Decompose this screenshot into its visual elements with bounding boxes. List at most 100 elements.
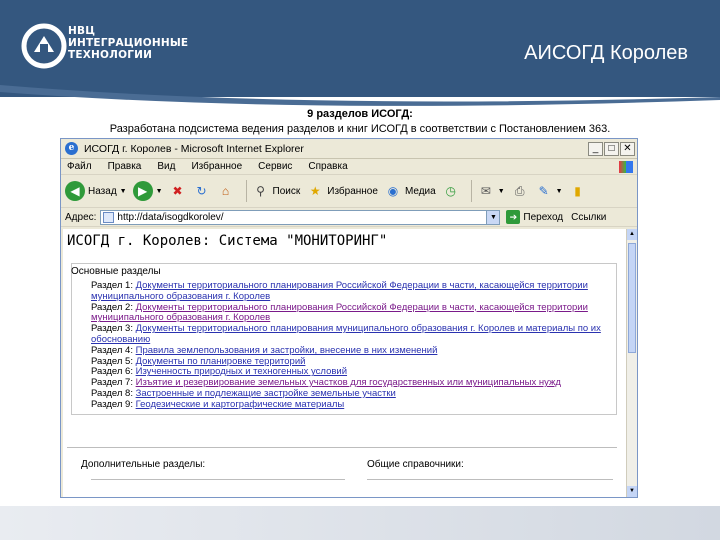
- address-value: http://data/isogdkorolev/: [117, 211, 224, 223]
- messenger-button[interactable]: ▮: [569, 182, 587, 200]
- section-label: Раздел 1:: [91, 280, 133, 291]
- toolbar-separator: [470, 180, 472, 202]
- section-divider: [67, 447, 617, 448]
- address-dropdown-icon[interactable]: ▼: [486, 210, 500, 224]
- go-label: Переход: [523, 211, 564, 223]
- page-icon: [103, 211, 115, 223]
- caption-text: Разработана подсистема ведения разделов …: [109, 123, 611, 135]
- favorites-button[interactable]: ★ Избранное: [306, 182, 378, 200]
- scroll-up-icon[interactable]: ▲: [627, 229, 637, 240]
- back-button[interactable]: ◀ Назад ▼: [65, 181, 127, 201]
- menu-help[interactable]: Справка: [308, 161, 347, 172]
- list-item: Раздел 1: Документы территориального пла…: [91, 280, 611, 303]
- section-link[interactable]: Документы территориального планирования …: [91, 323, 601, 345]
- back-dropdown-icon[interactable]: ▼: [120, 188, 127, 195]
- section-link[interactable]: Застроенные и подлежащие застройке земел…: [136, 388, 396, 399]
- internet-explorer-icon: e: [65, 142, 78, 155]
- search-label: Поиск: [272, 185, 301, 197]
- history-button[interactable]: ◷: [442, 182, 460, 200]
- edit-dropdown-icon[interactable]: ▼: [556, 188, 563, 195]
- address-label: Адрес:: [65, 211, 97, 223]
- section-link[interactable]: Изъятие и резервирование земельных участ…: [136, 377, 561, 388]
- browser-titlebar: e ИСОГД г. Королев - Microsoft Internet …: [61, 139, 637, 159]
- go-button[interactable]: ➔ Переход: [506, 210, 563, 224]
- scroll-thumb[interactable]: [628, 243, 636, 353]
- section-link[interactable]: Документы территориального планирования …: [91, 302, 588, 324]
- menu-favorites[interactable]: Избранное: [191, 161, 242, 172]
- section-link[interactable]: Документы по планировке территорий: [136, 356, 306, 367]
- brand-line-3: ТЕХНОЛОГИИ: [68, 49, 153, 61]
- edit-icon: ✎: [538, 184, 549, 198]
- page-heading: ИСОГД г. Королев: Система "МОНИТОРИНГ": [67, 233, 388, 249]
- list-item: Раздел 3: Документы территориального пла…: [91, 323, 611, 346]
- slide-title: АИСОГД Королев: [524, 42, 688, 64]
- menu-view[interactable]: Вид: [157, 161, 175, 172]
- page-content: ИСОГД г. Королев: Система "МОНИТОРИНГ" О…: [63, 229, 627, 497]
- section-link[interactable]: Изученность природных и техногенных усло…: [136, 366, 347, 377]
- mail-icon: ✉: [480, 184, 491, 198]
- slide-footer-band: [0, 506, 720, 540]
- history-icon: ◷: [445, 184, 456, 198]
- address-input[interactable]: http://data/isogdkorolev/ ▼: [100, 209, 501, 225]
- section-label: Раздел 3:: [91, 323, 133, 335]
- menu-tools[interactable]: Сервис: [258, 161, 292, 172]
- stop-icon: ✖: [172, 184, 183, 198]
- search-icon: ⚲: [256, 184, 265, 198]
- maximize-button[interactable]: □: [604, 141, 619, 156]
- vertical-scrollbar[interactable]: ▲ ▼: [626, 229, 637, 497]
- main-sections-label: Основные разделы: [71, 266, 161, 277]
- mail-button[interactable]: ✉ ▼: [477, 182, 505, 200]
- section-label: Раздел 4:: [91, 344, 133, 356]
- window-controls: _ □ ✕: [588, 141, 635, 156]
- search-button[interactable]: ⚲ Поиск: [252, 182, 301, 200]
- forward-arrow-icon: ▶: [132, 181, 153, 201]
- minimize-button[interactable]: _: [588, 141, 603, 156]
- home-button[interactable]: ⌂: [217, 182, 235, 200]
- menu-edit[interactable]: Правка: [108, 161, 142, 172]
- forward-dropdown-icon[interactable]: ▼: [156, 188, 163, 195]
- back-arrow-icon: ◀: [65, 181, 85, 201]
- browser-title: ИСОГД г. Королев - Microsoft Internet Ex…: [84, 142, 304, 155]
- mail-dropdown-icon[interactable]: ▼: [498, 188, 505, 195]
- refresh-icon: ↻: [196, 184, 207, 198]
- print-button[interactable]: ⎙: [511, 182, 529, 200]
- folder-icon: ▮: [574, 184, 581, 198]
- additional-sections-rule: [91, 479, 345, 480]
- section-label: Раздел 7:: [91, 377, 133, 389]
- section-label: Раздел 9:: [91, 398, 133, 410]
- back-label: Назад: [88, 185, 117, 197]
- section-list: Раздел 1: Документы территориального пла…: [91, 280, 611, 411]
- section-label: Раздел 6:: [91, 366, 133, 378]
- section-link[interactable]: Геодезические и картографические материа…: [136, 399, 345, 410]
- brand-name: НВЦ ИНТЕГРАЦИОННЫЕ ТЕХНОЛОГИИ: [68, 25, 188, 61]
- stop-button[interactable]: ✖: [169, 182, 187, 200]
- references-label: Общие справочники:: [367, 459, 464, 470]
- media-icon: ◉: [387, 184, 399, 198]
- section-link[interactable]: Правила землепользования и застройки, вн…: [136, 345, 438, 356]
- go-arrow-icon: ➔: [506, 210, 521, 224]
- refresh-button[interactable]: ↻: [193, 182, 211, 200]
- browser-window: e ИСОГД г. Королев - Microsoft Internet …: [60, 138, 638, 498]
- close-button[interactable]: ✕: [620, 141, 635, 156]
- media-button[interactable]: ◉ Медиа: [384, 182, 436, 200]
- brand-line-1: НВЦ: [68, 25, 96, 37]
- list-item: Раздел 9: Геодезические и картографическ…: [91, 398, 611, 411]
- favorites-label: Избранное: [327, 185, 378, 197]
- list-item: Раздел 2: Документы территориального пла…: [91, 301, 611, 325]
- toolbar-separator: [245, 180, 247, 202]
- scroll-down-icon[interactable]: ▼: [627, 486, 637, 497]
- additional-sections-label: Дополнительные разделы:: [81, 459, 206, 470]
- windows-logo-icon: [619, 160, 633, 173]
- caption-heading: 9 разделов ИСОГД:: [307, 108, 413, 120]
- address-bar: Адрес: http://data/isogdkorolev/ ▼ ➔ Пер…: [61, 208, 637, 227]
- edit-button[interactable]: ✎ ▼: [535, 182, 563, 200]
- menu-file[interactable]: Файл: [67, 161, 92, 172]
- menu-bar: Файл Правка Вид Избранное Сервис Справка: [61, 159, 637, 175]
- forward-button[interactable]: ▶ ▼: [132, 181, 163, 201]
- links-button[interactable]: Ссылки: [571, 212, 606, 223]
- toolbar: ◀ Назад ▼ ▶ ▼ ✖ ↻ ⌂ ⚲ Поиск ★ Избранное …: [61, 175, 637, 208]
- references-rule: [367, 479, 613, 480]
- home-icon: ⌂: [221, 184, 230, 198]
- section-link[interactable]: Документы территориального планирования …: [91, 280, 588, 302]
- section-label: Раздел 2:: [91, 301, 133, 313]
